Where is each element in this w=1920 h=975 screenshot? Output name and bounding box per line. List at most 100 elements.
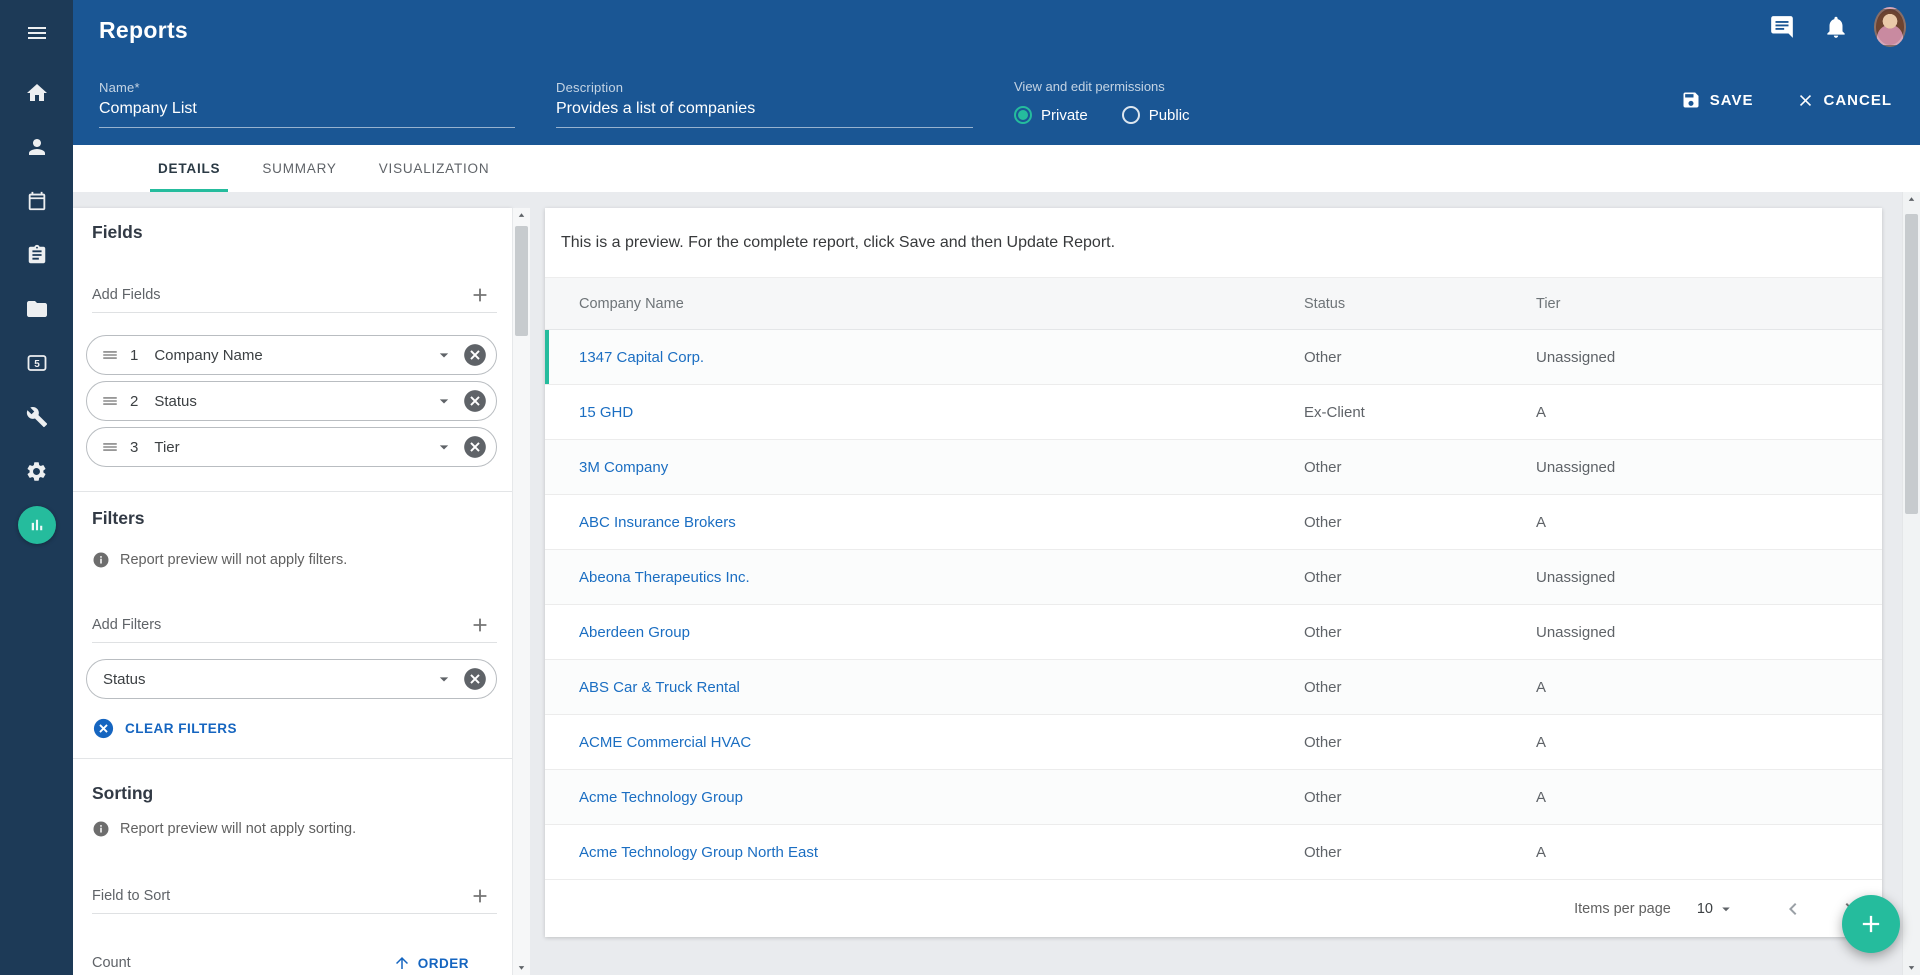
tier-cell: Unassigned [1536, 459, 1882, 476]
field-chip[interactable]: 3 Tier [86, 427, 497, 467]
drag-handle-icon[interactable] [101, 346, 119, 364]
config-panel-scrollbar[interactable] [512, 208, 530, 975]
bell-icon [1823, 14, 1849, 40]
plus-icon[interactable] [469, 284, 491, 306]
clear-filters-button[interactable]: CLEAR FILTERS [92, 717, 237, 740]
add-report-fab[interactable] [1842, 895, 1900, 953]
sidebar-item-settings[interactable] [0, 444, 73, 498]
sidebar-item-calendar[interactable] [0, 174, 73, 228]
field-order-number: 2 [130, 393, 138, 410]
previous-page-button[interactable] [1775, 891, 1811, 927]
field-to-sort-row[interactable]: Field to Sort [92, 878, 497, 914]
scrollbar-down-button[interactable] [513, 962, 530, 973]
page-scrollbar[interactable] [1902, 192, 1920, 975]
table-row[interactable]: ACME Commercial HVAC Other A [545, 715, 1882, 770]
description-input[interactable] [556, 100, 973, 128]
company-link[interactable]: Acme Technology Group North East [579, 844, 1304, 861]
sidebar-item-tasks[interactable] [0, 228, 73, 282]
drag-handle-icon[interactable] [101, 392, 119, 410]
sidebar-item-documents[interactable] [0, 282, 73, 336]
field-order-number: 3 [130, 439, 138, 456]
tab-details[interactable]: DETAILS [137, 145, 241, 192]
sidebar-item-contacts[interactable] [0, 120, 73, 174]
filters-note-row: Report preview will not apply filters. [92, 551, 497, 569]
add-fields-row[interactable]: Add Fields [92, 277, 497, 313]
info-icon [92, 820, 110, 838]
save-button[interactable]: SAVE [1681, 90, 1754, 110]
scrollbar-thumb[interactable] [1905, 214, 1918, 514]
chevron-down-icon[interactable] [434, 437, 454, 457]
add-filters-row[interactable]: Add Filters [92, 607, 497, 643]
remove-field-button[interactable] [462, 342, 488, 368]
page-size-select[interactable]: 10 [1697, 900, 1735, 918]
name-input[interactable] [99, 100, 515, 128]
plus-icon[interactable] [469, 614, 491, 636]
filter-chip[interactable]: Status [86, 659, 497, 699]
company-link[interactable]: ACME Commercial HVAC [579, 734, 1304, 751]
remove-field-button[interactable] [462, 388, 488, 414]
remove-filter-button[interactable] [462, 666, 488, 692]
user-menu-button[interactable] [1874, 11, 1906, 43]
table-row[interactable]: Acme Technology Group Other A [545, 770, 1882, 825]
page-title: Reports [99, 17, 188, 44]
field-chip-label: Status [154, 393, 197, 410]
table-row[interactable]: 1347 Capital Corp. Other Unassigned [545, 330, 1882, 385]
messages-button[interactable] [1766, 11, 1798, 43]
tab-visualization[interactable]: VISUALIZATION [358, 145, 511, 192]
status-cell: Other [1304, 349, 1536, 366]
status-cell: Other [1304, 734, 1536, 751]
chevron-left-icon [1781, 897, 1805, 921]
table-row[interactable]: Acme Technology Group North East Other A [545, 825, 1882, 880]
company-link[interactable]: 3M Company [579, 459, 1304, 476]
app-sidebar: 5 [0, 0, 73, 975]
tier-cell: Unassigned [1536, 624, 1882, 641]
company-link[interactable]: 1347 Capital Corp. [579, 349, 1304, 366]
table-row[interactable]: 3M Company Other Unassigned [545, 440, 1882, 495]
tier-cell: A [1536, 679, 1882, 696]
menu-button[interactable] [0, 0, 73, 66]
scrollbar-up-button[interactable] [1903, 194, 1920, 205]
sidebar-item-tools[interactable] [0, 390, 73, 444]
cancel-button[interactable]: CANCEL [1796, 91, 1893, 110]
filter-chip-list: Status [86, 659, 497, 699]
gear-icon [25, 460, 48, 483]
scrollbar-thumb[interactable] [515, 226, 528, 336]
folder-icon [25, 297, 49, 321]
radio-public[interactable]: Public [1122, 106, 1190, 124]
field-chip[interactable]: 2 Status [86, 381, 497, 421]
field-chip[interactable]: 1 Company Name [86, 335, 497, 375]
radio-private[interactable]: Private [1014, 106, 1088, 124]
remove-field-button[interactable] [462, 434, 488, 460]
chevron-down-icon[interactable] [434, 345, 454, 365]
company-link[interactable]: ABC Insurance Brokers [579, 514, 1304, 531]
tab-summary[interactable]: SUMMARY [241, 145, 357, 192]
bar-chart-icon [28, 516, 46, 534]
table-row[interactable]: Aberdeen Group Other Unassigned [545, 605, 1882, 660]
sidebar-item-deals[interactable]: 5 [0, 336, 73, 390]
order-button[interactable]: ORDER [393, 954, 469, 972]
company-link[interactable]: Aberdeen Group [579, 624, 1304, 641]
scrollbar-down-button[interactable] [1903, 962, 1920, 973]
fields-heading: Fields [92, 222, 497, 243]
chevron-down-icon[interactable] [434, 669, 454, 689]
sidebar-item-reports[interactable] [0, 498, 73, 552]
plus-icon[interactable] [469, 885, 491, 907]
reports-active-indicator [18, 506, 56, 544]
table-row[interactable]: ABS Car & Truck Rental Other A [545, 660, 1882, 715]
scrollbar-up-button[interactable] [513, 210, 530, 221]
drag-handle-icon[interactable] [101, 438, 119, 456]
table-row[interactable]: 15 GHD Ex-Client A [545, 385, 1882, 440]
permissions-label: View and edit permissions [1014, 79, 1190, 94]
table-row[interactable]: Abeona Therapeutics Inc. Other Unassigne… [545, 550, 1882, 605]
chevron-down-icon[interactable] [434, 391, 454, 411]
sidebar-item-home[interactable] [0, 66, 73, 120]
company-link[interactable]: Abeona Therapeutics Inc. [579, 569, 1304, 586]
company-link[interactable]: 15 GHD [579, 404, 1304, 421]
table-row[interactable]: ABC Insurance Brokers Other A [545, 495, 1882, 550]
company-link[interactable]: Acme Technology Group [579, 789, 1304, 806]
notifications-button[interactable] [1820, 11, 1852, 43]
company-link[interactable]: ABS Car & Truck Rental [579, 679, 1304, 696]
hamburger-icon [25, 21, 49, 45]
report-tabbar: DETAILS SUMMARY VISUALIZATION [73, 145, 1920, 192]
status-cell: Other [1304, 459, 1536, 476]
